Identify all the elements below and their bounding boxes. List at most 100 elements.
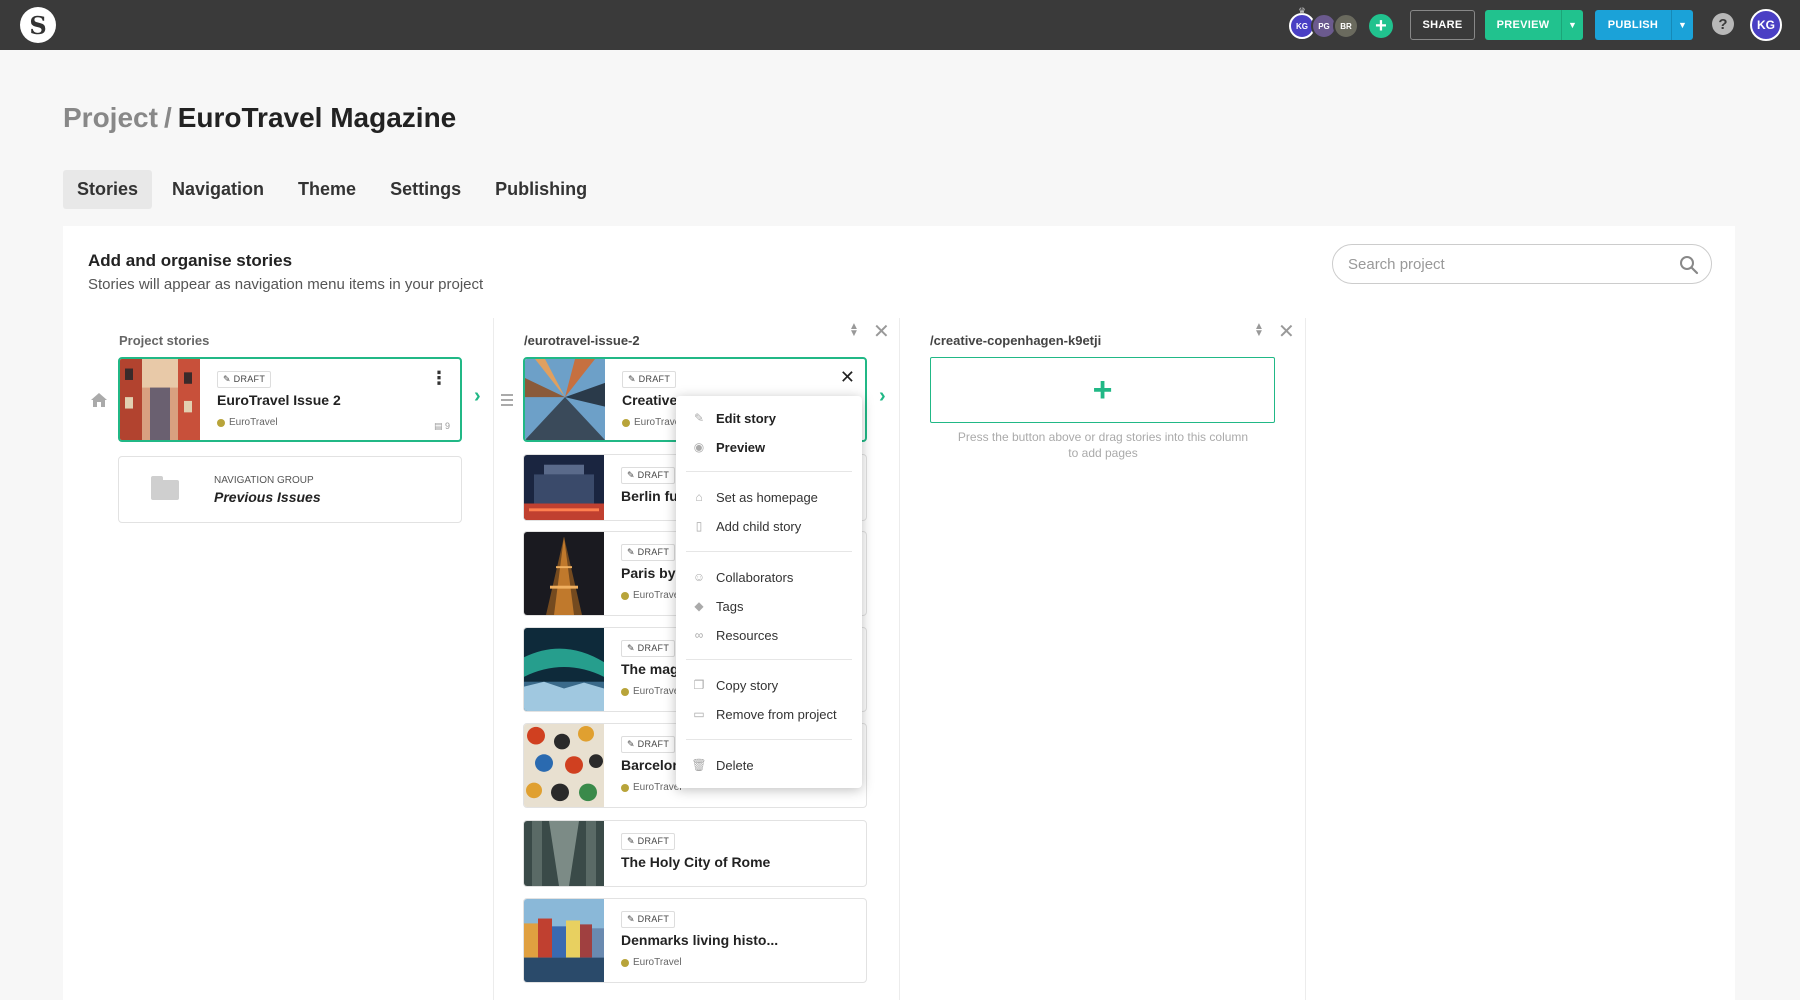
story-title: Paris by bbox=[621, 565, 676, 581]
column-divider bbox=[493, 318, 494, 1000]
home-icon: ⌂ bbox=[695, 490, 703, 504]
eye-icon: ◉ bbox=[693, 440, 705, 454]
status-badge: ✎ DRAFT bbox=[621, 911, 676, 928]
story-tag: EuroTravel bbox=[622, 417, 683, 428]
add-page-hint: Press the button above or drag stories i… bbox=[957, 430, 1249, 460]
tag-dot-icon bbox=[621, 958, 629, 967]
pencil-icon: ✎ bbox=[627, 914, 638, 924]
preview-button[interactable]: PREVIEW bbox=[1485, 10, 1561, 40]
menu-item-copy-story[interactable]: ❐ Copy story bbox=[676, 671, 862, 699]
story-thumbnail bbox=[524, 899, 604, 982]
sort-icon[interactable]: ▲ ▼ bbox=[1254, 322, 1264, 339]
pencil-icon: ✎ bbox=[627, 547, 638, 557]
story-title: Creative bbox=[622, 392, 678, 408]
link-icon: ∞ bbox=[694, 628, 704, 642]
close-icon[interactable]: ✕ bbox=[840, 367, 855, 388]
story-card-rome[interactable]: ✎ DRAFT The Holy City of Rome bbox=[523, 820, 867, 887]
panel-subtitle: Stories will appear as navigation menu i… bbox=[88, 276, 484, 293]
navigation-group-name: Previous Issues bbox=[214, 489, 321, 505]
column-header-eurotravel-issue-2: /eurotravel-issue-2 bbox=[524, 333, 640, 348]
status-badge: ✎ DRAFT bbox=[217, 371, 272, 388]
column-divider bbox=[1305, 318, 1306, 1000]
publish-dropdown-icon[interactable]: ▼ bbox=[1671, 10, 1693, 40]
pencil-icon: ✎ bbox=[223, 374, 234, 384]
menu-divider bbox=[686, 551, 852, 552]
search-box bbox=[1332, 244, 1712, 284]
menu-item-set-as-homepage[interactable]: ⌂ Set as homepage bbox=[676, 483, 862, 511]
tab-bar: Stories Navigation Theme Settings Publis… bbox=[63, 170, 607, 209]
story-title: Denmarks living histo... bbox=[621, 932, 779, 948]
close-column-icon[interactable]: ✕ bbox=[873, 319, 890, 344]
tag-dot-icon bbox=[621, 591, 629, 600]
close-column-icon[interactable]: ✕ bbox=[1278, 319, 1295, 344]
story-tag: EuroTravel bbox=[621, 686, 682, 697]
story-thumbnail bbox=[524, 455, 604, 520]
menu-divider bbox=[686, 739, 852, 740]
publish-button[interactable]: PUBLISH bbox=[1595, 10, 1671, 40]
story-thumbnail bbox=[525, 359, 605, 440]
file-icon: ▯ bbox=[695, 519, 703, 533]
tag-icon: ◆ bbox=[694, 599, 704, 613]
add-collaborator-button[interactable]: + bbox=[1369, 14, 1393, 38]
story-title: EuroTravel Issue 2 bbox=[217, 392, 341, 408]
story-thumbnail bbox=[524, 532, 604, 615]
story-title: The Holy City of Rome bbox=[621, 854, 771, 870]
story-card-eurotravel-issue-2[interactable]: ✎ DRAFT EuroTravel Issue 2 EuroTravel ⋮ … bbox=[118, 357, 462, 442]
menu-item-remove-from-project[interactable]: ▭ Remove from project bbox=[676, 700, 862, 728]
menu-divider bbox=[686, 471, 852, 472]
story-thumbnail bbox=[524, 628, 604, 711]
tag-dot-icon bbox=[621, 687, 629, 696]
menu-item-resources[interactable]: ∞ Resources bbox=[676, 621, 862, 649]
tab-theme[interactable]: Theme bbox=[284, 170, 370, 209]
pencil-icon: ✎ bbox=[627, 836, 638, 846]
menu-item-delete[interactable]: 🗑 Delete bbox=[676, 751, 862, 779]
tab-stories[interactable]: Stories bbox=[63, 170, 153, 209]
search-icon[interactable] bbox=[1679, 255, 1699, 275]
chevron-right-icon[interactable]: › bbox=[474, 385, 481, 408]
pencil-icon: ✎ bbox=[693, 411, 705, 425]
column-divider bbox=[899, 318, 900, 1000]
publish-button-group: PUBLISH ▼ bbox=[1595, 10, 1693, 40]
menu-item-edit-story[interactable]: ✎ Edit story bbox=[676, 404, 862, 432]
preview-dropdown-icon[interactable]: ▼ bbox=[1561, 10, 1583, 40]
pencil-icon: ✎ bbox=[628, 374, 639, 384]
user-avatar[interactable]: KG bbox=[1750, 9, 1782, 41]
crown-icon: ♛ bbox=[1298, 6, 1307, 16]
tab-settings[interactable]: Settings bbox=[376, 170, 475, 209]
folder-icon bbox=[151, 476, 179, 500]
drag-handle-icon[interactable] bbox=[501, 394, 513, 409]
search-input[interactable] bbox=[1348, 254, 1668, 274]
pencil-icon: ✎ bbox=[627, 470, 638, 480]
chevron-right-icon[interactable]: › bbox=[879, 385, 886, 408]
column-header-creative-copenhagen: /creative-copenhagen-k9etji bbox=[930, 333, 1102, 348]
story-tag: EuroTravel bbox=[621, 957, 682, 968]
status-badge: ✎ DRAFT bbox=[622, 371, 677, 388]
more-options-icon[interactable]: ⋮ bbox=[430, 369, 448, 387]
add-page-button[interactable]: + bbox=[930, 357, 1275, 423]
breadcrumb-project[interactable]: Project bbox=[63, 102, 158, 133]
story-title: The mag bbox=[621, 661, 679, 677]
status-badge: ✎ DRAFT bbox=[621, 467, 676, 484]
panel-title: Add and organise stories bbox=[88, 251, 293, 270]
home-icon bbox=[91, 393, 107, 407]
app-logo[interactable]: S bbox=[20, 7, 56, 43]
story-tag: EuroTravel bbox=[621, 590, 682, 601]
tab-navigation[interactable]: Navigation bbox=[158, 170, 278, 209]
page-title: EuroTravel Magazine bbox=[177, 102, 457, 133]
help-icon[interactable]: ? bbox=[1712, 13, 1734, 35]
menu-item-add-child-story[interactable]: ▯ Add child story bbox=[676, 512, 862, 540]
story-card-denmark[interactable]: ✎ DRAFT Denmarks living histo... EuroTra… bbox=[523, 898, 867, 983]
tab-publishing[interactable]: Publishing bbox=[481, 170, 601, 209]
top-bar: S ♛ KG PG BR + SHARE PREVIEW ▼ PUBLISH ▼… bbox=[0, 0, 1800, 50]
stories-panel: Add and organise stories Stories will ap… bbox=[63, 226, 1735, 1000]
status-badge: ✎ DRAFT bbox=[621, 640, 676, 657]
menu-item-collaborators[interactable]: ☺ Collaborators bbox=[676, 563, 862, 591]
menu-item-tags[interactable]: ◆ Tags bbox=[676, 592, 862, 620]
collaborator-avatar[interactable]: BR bbox=[1333, 13, 1359, 39]
menu-item-preview[interactable]: ◉ Preview bbox=[676, 433, 862, 461]
navigation-group-card[interactable]: NAVIGATION GROUP Previous Issues bbox=[118, 456, 462, 523]
pencil-icon: ✎ bbox=[627, 643, 638, 653]
share-button[interactable]: SHARE bbox=[1410, 10, 1475, 40]
sort-icon[interactable]: ▲ ▼ bbox=[849, 322, 859, 339]
pencil-icon: ✎ bbox=[627, 739, 638, 749]
